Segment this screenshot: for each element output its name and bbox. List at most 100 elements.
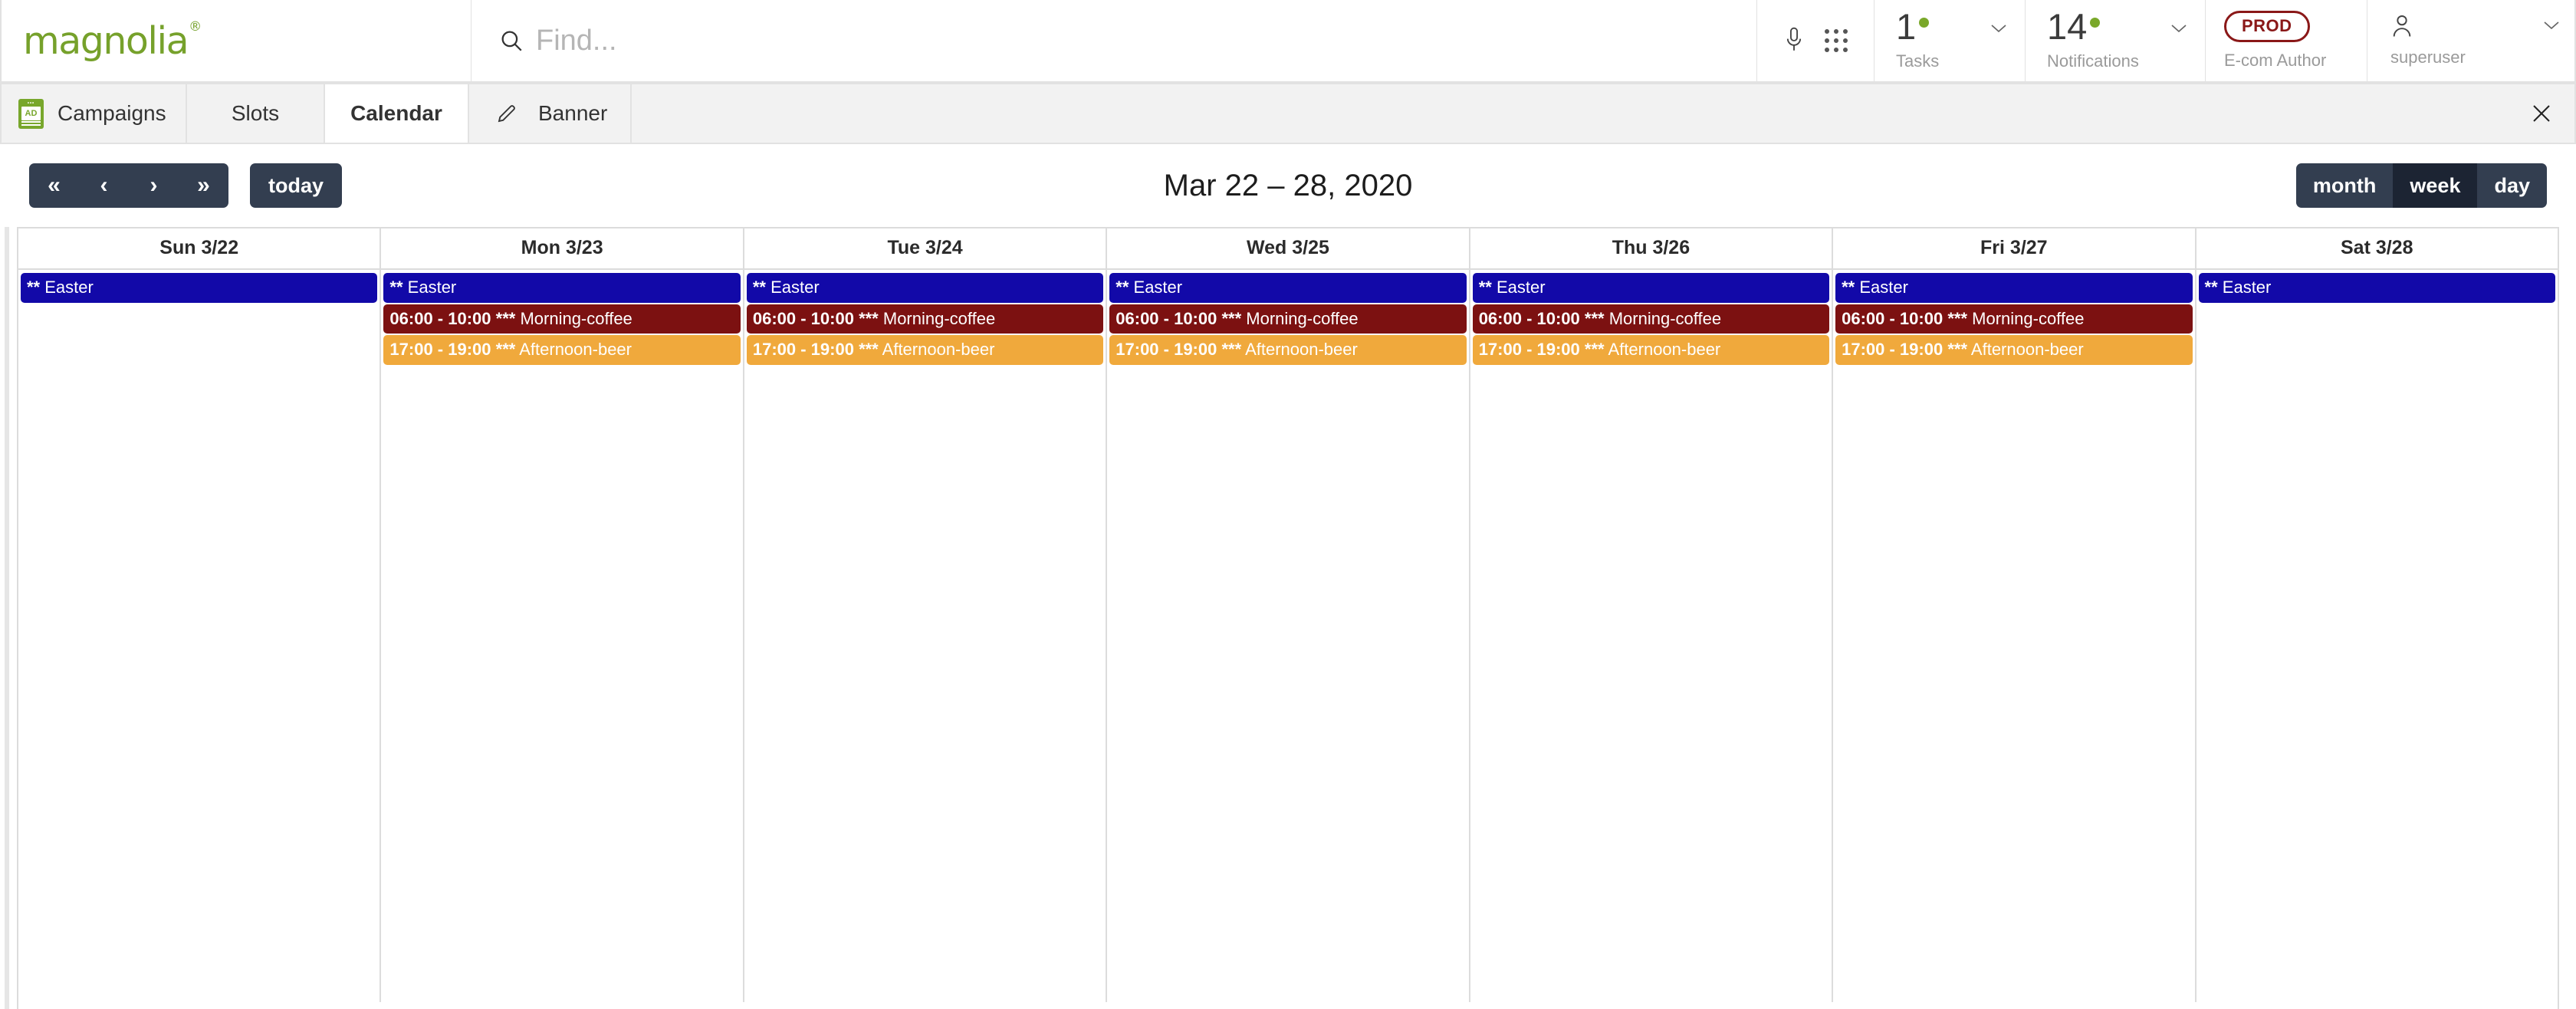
calendar-body-row: ** Easter ** Easter 06:00 - 10:00 *** Morn… bbox=[18, 270, 2558, 1002]
event-priority-stars: *** bbox=[1221, 340, 1242, 359]
calendar-event[interactable]: ** Easter bbox=[1109, 273, 1467, 303]
microphone-icon[interactable] bbox=[1783, 26, 1805, 55]
scrollbar-track[interactable] bbox=[5, 227, 9, 1009]
apps-grid-icon[interactable] bbox=[1825, 29, 1848, 52]
event-title: Easter bbox=[2222, 278, 2272, 297]
event-title: Easter bbox=[1496, 278, 1546, 297]
event-title: Afternoon-beer bbox=[519, 340, 632, 359]
tab-campaigns[interactable]: ••• AD Campaigns bbox=[2, 84, 186, 143]
event-priority-stars: ** bbox=[27, 278, 41, 297]
event-priority-stars: ** bbox=[1116, 278, 1129, 297]
view-day-button[interactable]: day bbox=[2477, 163, 2547, 208]
calendar-header-row: Sun 3/22 Mon 3/23 Tue 3/24 Wed 3/25 Thu 3/26… bbox=[18, 227, 2558, 270]
next-year-button[interactable]: » bbox=[179, 163, 228, 208]
event-priority-stars: ** bbox=[1478, 278, 1492, 297]
calendar-day-header[interactable]: Tue 3/24 bbox=[744, 228, 1108, 268]
calendar-event[interactable]: ** Easter bbox=[2198, 273, 2555, 303]
event-time: 06:00 - 10:00 bbox=[1478, 308, 1580, 328]
calendar-toolbar: « ‹ › » today Mar 22 – 28, 2020 month we… bbox=[0, 144, 2576, 227]
calendar-day-header[interactable]: Fri 3/27 bbox=[1833, 228, 2196, 268]
tab-calendar-label: Calendar bbox=[350, 101, 442, 125]
event-priority-stars: *** bbox=[1584, 308, 1605, 328]
calendar-event[interactable]: 06:00 - 10:00 *** Morning-coffee bbox=[1472, 304, 1830, 334]
tasks-chevron-down-icon[interactable] bbox=[1990, 23, 2008, 34]
tab-calendar[interactable]: Calendar bbox=[325, 84, 468, 143]
calendar-day-header[interactable]: Wed 3/25 bbox=[1107, 228, 1470, 268]
user-name: superuser bbox=[2390, 48, 2466, 67]
calendar-day-header[interactable]: Thu 3/26 bbox=[1470, 228, 1834, 268]
search-bar[interactable] bbox=[472, 0, 1756, 81]
event-time: 06:00 - 10:00 bbox=[389, 308, 491, 328]
calendar-day-column[interactable]: ** Easter 06:00 - 10:00 *** Morning-coffe… bbox=[744, 270, 1108, 1002]
calendar-event[interactable]: 17:00 - 19:00 *** Afternoon-beer bbox=[1472, 335, 1830, 365]
event-time: 17:00 - 19:00 bbox=[752, 340, 854, 359]
today-button[interactable]: today bbox=[250, 163, 343, 208]
user-menu[interactable]: superuser bbox=[2367, 0, 2574, 81]
calendar-event[interactable]: ** Easter bbox=[383, 273, 741, 303]
view-week-button[interactable]: week bbox=[2393, 163, 2478, 208]
event-title: Easter bbox=[44, 278, 94, 297]
calendar-day-column[interactable]: ** Easter bbox=[2196, 270, 2558, 1002]
prev-year-button[interactable]: « bbox=[29, 163, 79, 208]
next-week-button[interactable]: › bbox=[129, 163, 179, 208]
calendar-event[interactable]: 17:00 - 19:00 *** Afternoon-beer bbox=[746, 335, 1104, 365]
calendar-event[interactable]: 06:00 - 10:00 *** Morning-coffee bbox=[1109, 304, 1467, 334]
tab-slots[interactable]: Slots bbox=[187, 84, 324, 143]
calendar-event[interactable]: ** Easter bbox=[1835, 273, 2193, 303]
search-input[interactable] bbox=[536, 24, 1619, 58]
event-title: Afternoon-beer bbox=[882, 340, 995, 359]
search-icon bbox=[498, 27, 525, 54]
user-chevron-down-icon[interactable] bbox=[2542, 20, 2561, 31]
event-time: 17:00 - 19:00 bbox=[1116, 340, 1217, 359]
calendar-event[interactable]: ** Easter bbox=[21, 273, 378, 303]
tasks-count-row: 1 bbox=[1896, 6, 1930, 48]
view-switcher: month week day bbox=[2295, 163, 2547, 208]
calendar-event[interactable]: 17:00 - 19:00 *** Afternoon-beer bbox=[1109, 335, 1467, 365]
event-title: Afternoon-beer bbox=[1245, 340, 1358, 359]
event-priority-stars: ** bbox=[2204, 278, 2218, 297]
prev-week-button[interactable]: ‹ bbox=[79, 163, 129, 208]
view-month-button[interactable]: month bbox=[2295, 163, 2394, 208]
calendar-day-column[interactable]: ** Easter 06:00 - 10:00 *** Morning-coffe… bbox=[1833, 270, 2196, 1002]
calendar-day-column[interactable]: ** Easter 06:00 - 10:00 *** Morning-coffe… bbox=[381, 270, 744, 1002]
tasks-counter[interactable]: 1 Tasks bbox=[1875, 0, 2025, 81]
notifications-counter[interactable]: 14 Notifications bbox=[2026, 0, 2205, 81]
event-time: 06:00 - 10:00 bbox=[1116, 308, 1217, 328]
calendar-day-header[interactable]: Sun 3/22 bbox=[18, 228, 382, 268]
calendar-day-header[interactable]: Sat 3/28 bbox=[2196, 228, 2558, 268]
event-time: 06:00 - 10:00 bbox=[1842, 308, 1944, 328]
calendar-event[interactable]: 06:00 - 10:00 *** Morning-coffee bbox=[383, 304, 741, 334]
calendar-event[interactable]: ** Easter bbox=[1472, 273, 1830, 303]
event-priority-stars: *** bbox=[1584, 340, 1605, 359]
notifications-chevron-down-icon[interactable] bbox=[2170, 23, 2188, 34]
event-title: Morning-coffee bbox=[520, 308, 632, 328]
environment-label: E-com Author bbox=[2224, 51, 2327, 70]
calendar-event[interactable]: 06:00 - 10:00 *** Morning-coffee bbox=[1835, 304, 2193, 334]
event-time: 17:00 - 19:00 bbox=[389, 340, 491, 359]
environment-cell: PROD E-com Author bbox=[2206, 0, 2367, 81]
event-time: 06:00 - 10:00 bbox=[752, 308, 854, 328]
calendar-day-header[interactable]: Mon 3/23 bbox=[381, 228, 744, 268]
calendar-event[interactable]: 17:00 - 19:00 *** Afternoon-beer bbox=[383, 335, 741, 365]
notifications-badge-dot bbox=[2090, 18, 2101, 28]
calendar-day-column[interactable]: ** Easter 06:00 - 10:00 *** Morning-coffe… bbox=[1470, 270, 1834, 1002]
notifications-count: 14 bbox=[2047, 6, 2088, 48]
event-priority-stars: *** bbox=[1221, 308, 1242, 328]
calendar-event[interactable]: 06:00 - 10:00 *** Morning-coffee bbox=[746, 304, 1104, 334]
event-title: Easter bbox=[1859, 278, 1908, 297]
calendar-grid: Sun 3/22 Mon 3/23 Tue 3/24 Wed 3/25 Thu 3/26… bbox=[5, 227, 2559, 1009]
pencil-icon bbox=[495, 102, 518, 125]
calendar-event[interactable]: 17:00 - 19:00 *** Afternoon-beer bbox=[1835, 335, 2193, 365]
event-priority-stars: ** bbox=[1842, 278, 1855, 297]
close-icon[interactable] bbox=[2509, 84, 2574, 143]
event-title: Easter bbox=[1133, 278, 1183, 297]
tasks-count: 1 bbox=[1896, 6, 1917, 48]
calendar-event[interactable]: ** Easter bbox=[746, 273, 1104, 303]
tab-banner[interactable]: Banner bbox=[469, 84, 651, 143]
calendar-day-column[interactable]: ** Easter 06:00 - 10:00 *** Morning-coffe… bbox=[1107, 270, 1470, 1002]
tab-banner-label: Banner bbox=[538, 101, 608, 125]
notifications-label: Notifications bbox=[2047, 51, 2139, 71]
calendar-day-column[interactable]: ** Easter bbox=[18, 270, 382, 1002]
tab-campaigns-label: Campaigns bbox=[58, 101, 166, 125]
event-title: Afternoon-beer bbox=[1970, 340, 2084, 359]
